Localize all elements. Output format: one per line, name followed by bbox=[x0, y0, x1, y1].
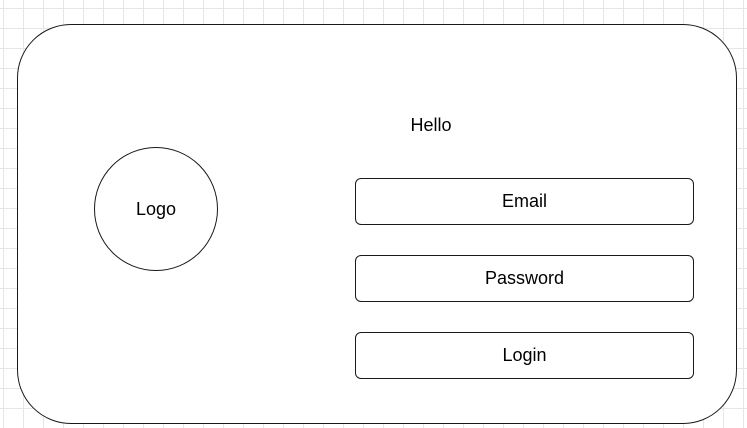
password-field[interactable]: Password bbox=[355, 255, 694, 302]
logo-circle: Logo bbox=[94, 147, 218, 271]
login-button[interactable]: Login bbox=[355, 332, 694, 379]
logo-label: Logo bbox=[135, 198, 177, 219]
login-button-label: Login bbox=[502, 345, 547, 365]
email-field-label: Email bbox=[501, 191, 547, 211]
email-field[interactable]: Email bbox=[355, 178, 694, 225]
greeting-text: Hello bbox=[410, 115, 452, 135]
password-field-label: Password bbox=[484, 268, 565, 288]
